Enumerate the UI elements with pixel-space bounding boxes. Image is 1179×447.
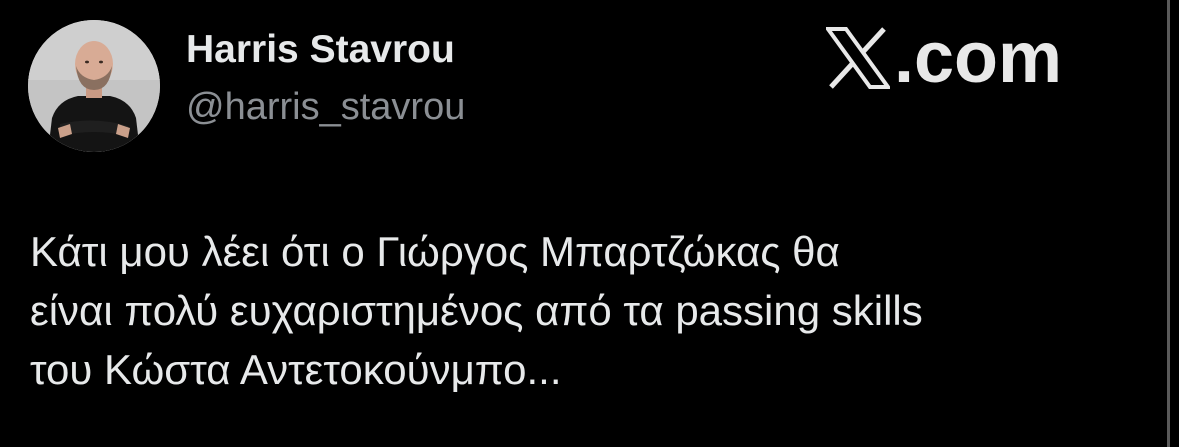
author-handle[interactable]: @harris_stavrou — [186, 82, 465, 132]
tweet-text: Κάτι μου λέει ότι ο Γιώργος Μπαρτζώκας θ… — [30, 222, 1150, 399]
avatar[interactable] — [28, 20, 160, 152]
scrollbar[interactable] — [1167, 0, 1170, 447]
author-display-name[interactable]: Harris Stavrou — [186, 26, 465, 74]
tweet-text-line: είναι πολύ ευχαριστημένος από τα passing… — [30, 287, 923, 334]
brand-text: .com — [894, 18, 1063, 98]
brand-watermark: .com — [826, 22, 1062, 94]
tweet-text-line: Κάτι μου λέει ότι ο Γιώργος Μπαρτζώκας θ… — [30, 228, 840, 275]
tweet-text-line: του Κώστα Αντετοκούνμπο... — [30, 346, 562, 393]
tweet-card: Harris Stavrou @harris_stavrou .com Κάτι… — [0, 0, 1179, 447]
avatar-photo — [28, 20, 160, 152]
x-logo-icon — [826, 27, 890, 89]
author-block: Harris Stavrou @harris_stavrou — [186, 26, 465, 132]
